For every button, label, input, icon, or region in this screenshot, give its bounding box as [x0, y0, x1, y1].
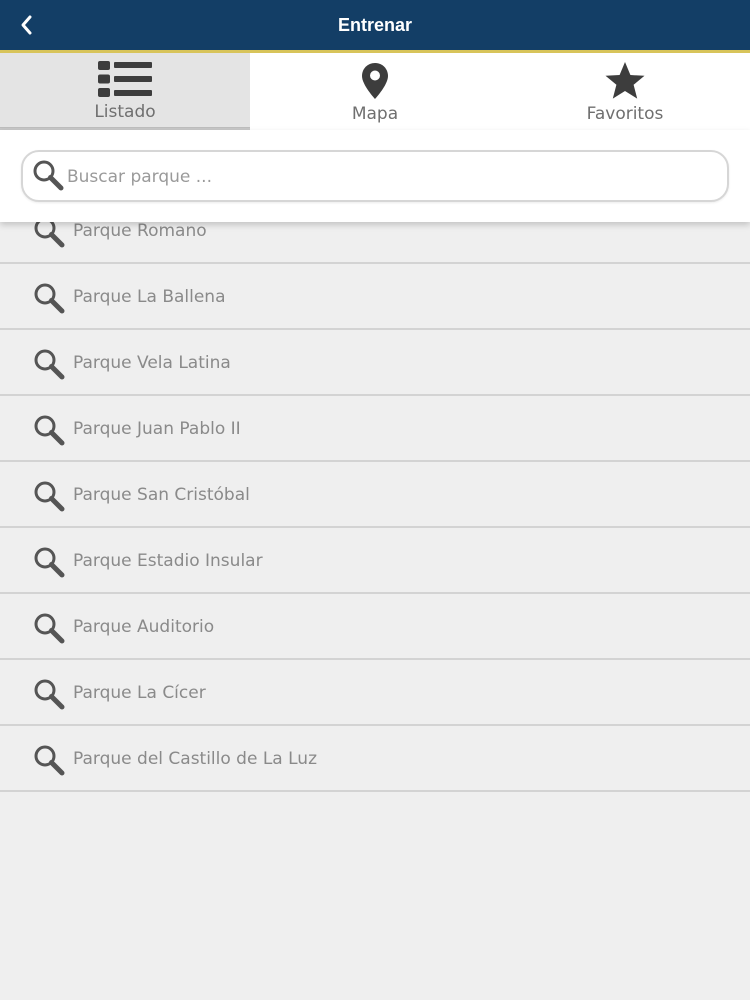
list-item[interactable]: Parque Auditorio [0, 594, 750, 660]
list-item[interactable]: Parque La Ballena [0, 264, 750, 330]
list-item[interactable]: Parque Vela Latina [0, 330, 750, 396]
tab-mapa[interactable]: Mapa [250, 53, 500, 130]
search-icon [34, 481, 65, 512]
star-icon [595, 60, 655, 102]
search-input[interactable] [65, 160, 709, 194]
list-item-label: Parque Juan Pablo II [73, 419, 241, 439]
list-item-label: Parque Estadio Insular [73, 551, 263, 571]
search-icon [34, 349, 65, 380]
tab-favoritos[interactable]: Favoritos [500, 53, 750, 130]
list-item[interactable]: Parque San Cristóbal [0, 462, 750, 528]
tab-listado-label: Listado [94, 102, 156, 122]
list-item[interactable]: Parque Estadio Insular [0, 528, 750, 594]
search-icon [34, 679, 65, 710]
search-icon [34, 415, 65, 446]
list-item[interactable]: Parque Juan Pablo II [0, 396, 750, 462]
park-list: Parque Romano Parque La Ballena Parque Vel… [0, 198, 750, 792]
list-item[interactable]: Parque del Castillo de La Luz [0, 726, 750, 792]
tab-favoritos-label: Favoritos [586, 104, 664, 124]
search-box[interactable] [21, 150, 729, 202]
search-icon [34, 547, 65, 578]
list-item-label: Parque del Castillo de La Luz [73, 749, 318, 769]
tab-listado[interactable]: Listado [0, 53, 250, 130]
tab-bar: Listado Mapa Favoritos [0, 53, 750, 130]
list-item-label: Parque Auditorio [73, 617, 215, 637]
search-icon [34, 283, 65, 314]
list-item-label: Parque La Cícer [73, 683, 206, 703]
top-app-bar: Entrenar [0, 0, 750, 53]
map-pin-icon [345, 60, 405, 102]
page-title: Entrenar [337, 15, 413, 35]
search-panel [0, 130, 750, 222]
list-item[interactable]: Parque La Cícer [0, 660, 750, 726]
search-icon [34, 613, 65, 644]
list-item-label: Parque La Ballena [73, 287, 226, 307]
list-item-label: Parque Vela Latina [73, 353, 231, 373]
tab-mapa-label: Mapa [351, 104, 399, 124]
search-icon [34, 745, 65, 776]
list-icon [95, 58, 155, 100]
list-item-label: Parque San Cristóbal [73, 485, 250, 505]
search-icon [33, 160, 64, 191]
